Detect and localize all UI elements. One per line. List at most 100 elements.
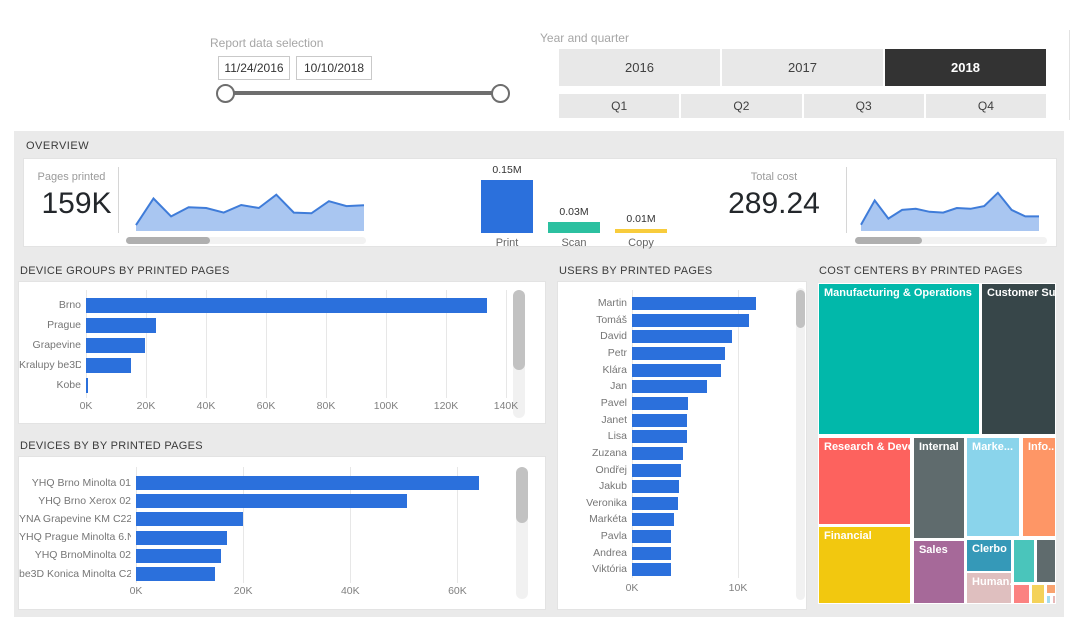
treemap-tile-small[interactable] [1052,595,1056,604]
treemap-tile-label: Clerbo [967,540,1011,558]
treemap-tile-research-devel[interactable]: Research & Devel... [818,437,911,525]
year-button-2017[interactable]: 2017 [722,49,883,86]
devices-title: DEVICES BY BY PRINTED PAGES [20,440,203,452]
year-button-2016[interactable]: 2016 [559,49,720,86]
bar[interactable] [86,358,131,373]
treemap-tile-small[interactable] [1046,584,1056,594]
users-title: USERS BY PRINTED PAGES [559,265,713,277]
treemap-tile-manufacturing-operations[interactable]: Manufacturing & Operations [818,283,980,435]
category-label: Martin [558,297,627,309]
users-chart: 0K10KMartinTomášDavidPetrKláraJanPavelJa… [557,281,807,610]
treemap-tile-sales[interactable]: Sales [913,540,965,604]
bar[interactable] [632,513,674,526]
bar[interactable] [86,378,88,393]
start-date-input[interactable]: 11/24/2016 [218,56,290,80]
category-label: Kobe [19,379,81,391]
category-label: Prague [19,319,81,331]
treemap-tile-small[interactable] [1031,584,1045,604]
quarter-button-q4[interactable]: Q4 [926,94,1046,118]
bar[interactable] [86,338,145,353]
sparkline-scrollbar[interactable] [126,237,366,244]
category-label: Jakub [558,480,627,492]
treemap-tile-customer-su[interactable]: Customer Su... [981,283,1056,435]
chart-scrollbar[interactable] [796,288,805,600]
treemap-tile-label: Financial [819,527,910,545]
bar[interactable] [632,497,678,510]
bar[interactable] [632,464,681,477]
category-label: Lisa [558,430,627,442]
bar[interactable] [632,447,683,460]
treemap-tile-small[interactable] [1013,539,1035,583]
treemap-tile-human[interactable]: Human... [966,572,1012,604]
treemap-tile-label: Info... [1023,438,1055,456]
bar[interactable] [632,364,721,377]
year-quarter-label: Year and quarter [540,31,629,45]
axis-tick-label: 0K [66,400,106,412]
treemap-tile-small[interactable] [1046,595,1051,604]
date-range-slider-handle-right[interactable] [491,84,510,103]
chart-scrollbar[interactable] [513,290,525,418]
date-range-slider-handle-left[interactable] [216,84,235,103]
treemap-tile-small[interactable] [1013,584,1030,604]
treemap-tile-label: Internal [914,438,964,456]
category-label: Janet [558,414,627,426]
bar[interactable] [632,330,732,343]
category-label: YHQ Brno Xerox 02 [19,495,131,507]
date-range-slider-track[interactable] [225,91,500,95]
category-label: Pavel [558,397,627,409]
sparkline-scrollbar[interactable] [855,237,1047,244]
category-label: Tomáš [558,314,627,326]
category-label: YNA Grapevine KM C224e [19,513,131,525]
chart-scrollbar[interactable] [516,467,528,599]
treemap-tile-internal[interactable]: Internal [913,437,965,539]
overview-section-title: OVERVIEW [26,140,89,152]
total-cost-label: Total cost [714,171,834,183]
treemap-tile-clerbo[interactable]: Clerbo [966,539,1012,571]
bar[interactable] [136,494,407,508]
bar[interactable] [481,180,533,233]
treemap-tile-info[interactable]: Info... [1022,437,1056,537]
bar[interactable] [136,476,479,490]
end-date-input[interactable]: 10/10/2018 [296,56,372,80]
bar[interactable] [632,563,671,576]
axis-tick-label: 0K [116,585,156,597]
bar[interactable] [632,314,749,327]
bar[interactable] [86,318,156,333]
bar[interactable] [632,397,688,410]
data-label: 0.01M [615,213,667,225]
year-button-2018[interactable]: 2018 [885,49,1046,86]
bar[interactable] [632,430,687,443]
bar[interactable] [632,480,679,493]
treemap-tile-small[interactable] [1036,539,1056,583]
treemap-tile-label: Manufacturing & Operations [819,284,979,302]
category-label: Markéta [558,513,627,525]
treemap-tile-label: Research & Devel... [819,438,910,456]
total-cost-value: 289.24 [714,187,834,221]
axis-tick-label: 140K [486,400,526,412]
quarter-button-q3[interactable]: Q3 [804,94,924,118]
bar[interactable] [136,512,243,526]
axis-tick-label: 100K [366,400,406,412]
bar[interactable] [86,298,487,313]
gridline [738,290,739,578]
quarter-button-q2[interactable]: Q2 [681,94,801,118]
bar[interactable] [136,567,215,581]
bar[interactable] [632,530,671,543]
bar[interactable] [632,297,756,310]
device-groups-chart: 0K20K40K60K80K100K120K140KBrnoPragueGrap… [18,281,546,424]
treemap-tile-financial[interactable]: Financial [818,526,911,604]
bar[interactable] [548,222,600,233]
bar[interactable] [136,531,227,545]
treemap-tile-marke[interactable]: Marke... [966,437,1020,537]
treemap-tile-label: Marke... [967,438,1019,456]
bar[interactable] [632,380,707,393]
category-label: Ondřej [558,464,627,476]
bar[interactable] [615,229,667,233]
bar[interactable] [632,347,725,360]
category-label: Petr [558,347,627,359]
bar[interactable] [136,549,221,563]
data-label: 0.03M [548,206,600,218]
bar[interactable] [632,414,687,427]
quarter-button-q1[interactable]: Q1 [559,94,679,118]
bar[interactable] [632,547,671,560]
